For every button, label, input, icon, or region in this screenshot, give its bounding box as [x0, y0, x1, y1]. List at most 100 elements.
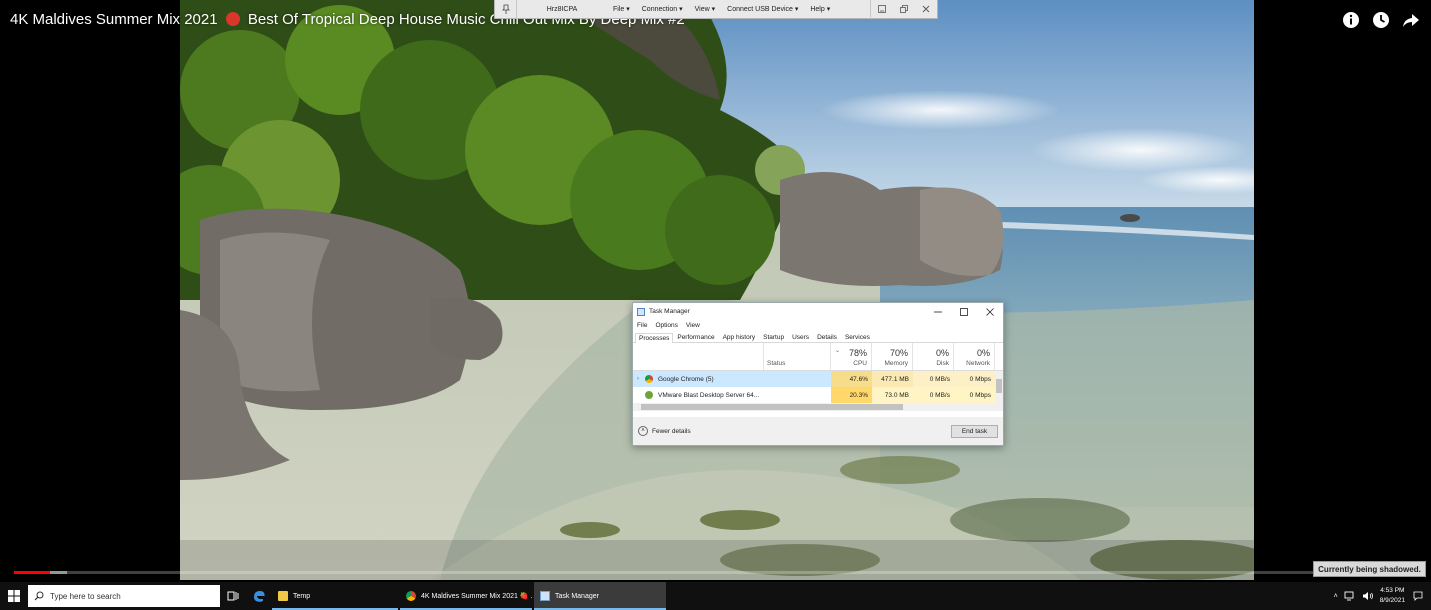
network-total: 0%	[976, 348, 990, 358]
column-status-label: Status	[767, 360, 786, 367]
vm-name: Hrz8ICPA	[546, 5, 578, 13]
chevron-up-icon: ˄	[638, 426, 648, 436]
process-memory: 477.1 MB	[872, 371, 913, 387]
disk-total: 0%	[935, 348, 949, 358]
minimize-icon[interactable]	[925, 303, 951, 320]
shadow-status-badge: Currently being shadowed.	[1313, 561, 1426, 577]
screen: 4K Maldives Summer Mix 2021 Best Of Trop…	[0, 0, 1431, 610]
column-status[interactable]: Status	[764, 343, 831, 370]
edge-browser-icon[interactable]	[246, 582, 272, 610]
column-network[interactable]: 0% Network	[954, 343, 995, 370]
process-network: 0 Mbps	[954, 371, 995, 387]
process-name-cell: VMware Blast Desktop Server 64...	[633, 387, 764, 403]
window-controls	[925, 303, 1003, 320]
taskbar-search-box[interactable]: Type here to search	[28, 585, 220, 607]
menu-options[interactable]: Options	[655, 322, 677, 329]
sort-arrow-icon: ⌄	[835, 348, 841, 354]
start-button[interactable]	[0, 582, 28, 610]
vm-minimize-icon[interactable]	[871, 0, 893, 19]
column-disk[interactable]: 0% Disk	[913, 343, 954, 370]
task-view-icon[interactable]	[220, 582, 246, 610]
taskbar-app-label: Task Manager	[555, 592, 599, 600]
info-icon[interactable]	[1341, 10, 1361, 30]
taskbar-app-label: 4K Maldives Summer Mix 2021 🍓 ...	[421, 593, 532, 600]
column-cpu[interactable]: ⌄ 78% CPU	[831, 343, 872, 370]
column-name[interactable]	[633, 343, 764, 370]
vertical-scroll-thumb[interactable]	[996, 379, 1002, 393]
task-manager-tabs: Processes Performance App history Startu…	[633, 331, 1003, 343]
process-network: 0 Mbps	[954, 387, 995, 403]
windows-logo-icon	[8, 590, 20, 602]
task-manager-icon	[540, 591, 550, 601]
beach-scene-image	[180, 0, 1254, 580]
vmware-connection-bar: Hrz8ICPA File ▾ Connection ▾ View ▾ Conn…	[494, 0, 938, 19]
expand-chevron-icon[interactable]: ›	[637, 376, 645, 382]
process-row[interactable]: › Google Chrome (5) 47.6% 477.1 MB 0 MB/…	[633, 371, 1003, 387]
end-task-button[interactable]: End task	[951, 424, 998, 438]
close-icon[interactable]	[977, 303, 1003, 320]
menu-file[interactable]: File	[637, 322, 647, 329]
volume-icon[interactable]	[1362, 591, 1374, 601]
memory-total: 70%	[889, 348, 908, 358]
menu-view[interactable]: View	[686, 322, 700, 329]
vm-restore-icon[interactable]	[893, 0, 915, 19]
vm-window-controls	[870, 0, 937, 19]
process-name: Google Chrome (5)	[658, 375, 714, 383]
horizontal-scrollbar[interactable]	[633, 403, 1003, 411]
chrome-icon	[645, 375, 653, 383]
process-disk: 0 MB/s	[913, 387, 954, 403]
horizontal-scroll-thumb[interactable]	[641, 404, 903, 410]
fewer-details-link[interactable]: ˄ Fewer details	[638, 426, 691, 436]
process-row[interactable]: VMware Blast Desktop Server 64... 20.3% …	[633, 387, 1003, 403]
video-progress-bar[interactable]	[14, 571, 1416, 574]
taskbar-app-label: Temp	[293, 592, 311, 600]
system-tray: ˄ 4:53 PM 8/9/2021	[1334, 582, 1431, 610]
taskbar-app-temp[interactable]: Temp	[272, 582, 398, 610]
column-network-label: Network	[966, 360, 990, 367]
video-top-actions	[1341, 10, 1421, 30]
tab-startup[interactable]: Startup	[759, 332, 788, 342]
folder-icon	[278, 591, 288, 601]
vm-menu-view[interactable]: View ▾	[689, 5, 722, 13]
process-status	[764, 371, 831, 387]
process-cpu: 20.3%	[831, 387, 872, 403]
tab-app-history[interactable]: App history	[719, 332, 760, 342]
tab-processes[interactable]: Processes	[635, 333, 674, 343]
column-memory-label: Memory	[884, 360, 908, 367]
video-frame[interactable]	[180, 0, 1254, 580]
show-hidden-icons-chevron-icon[interactable]: ˄	[1334, 593, 1338, 600]
taskbar-app-chrome[interactable]: 4K Maldives Summer Mix 2021 🍓 ...	[400, 582, 532, 610]
vm-menu-connection[interactable]: Connection ▾	[636, 5, 689, 13]
vertical-scrollbar[interactable]	[995, 371, 1003, 403]
fewer-details-label: Fewer details	[652, 427, 691, 435]
task-manager-title: Task Manager	[649, 308, 690, 315]
clock[interactable]: 4:53 PM 8/9/2021	[1380, 586, 1405, 606]
vm-menu-help[interactable]: Help ▾	[804, 5, 836, 13]
tab-details[interactable]: Details	[813, 332, 841, 342]
vm-close-icon[interactable]	[915, 0, 937, 19]
process-column-headers: Status ⌄ 78% CPU 70% Memory 0% Disk 0% N…	[633, 343, 1003, 371]
pin-icon[interactable]	[495, 0, 517, 19]
video-title-text: 4K Maldives Summer Mix 2021	[10, 11, 218, 28]
maximize-icon[interactable]	[951, 303, 977, 320]
tab-services[interactable]: Services	[841, 332, 874, 342]
column-memory[interactable]: 70% Memory	[872, 343, 913, 370]
share-icon[interactable]	[1401, 10, 1421, 30]
progress-played	[14, 571, 51, 574]
watch-later-icon[interactable]	[1371, 10, 1391, 30]
clock-date: 8/9/2021	[1379, 597, 1405, 604]
process-cpu: 47.6%	[831, 371, 872, 387]
taskbar-app-task-manager[interactable]: Task Manager	[534, 582, 666, 610]
vm-menu-connect-usb[interactable]: Connect USB Device ▾	[721, 5, 804, 13]
column-cpu-label: CPU	[853, 360, 867, 367]
process-name: VMware Blast Desktop Server 64...	[658, 391, 760, 399]
network-icon[interactable]	[1344, 591, 1356, 601]
vm-menu-file[interactable]: File ▾	[607, 5, 636, 13]
search-placeholder: Type here to search	[50, 591, 121, 601]
task-manager-titlebar[interactable]: Task Manager	[633, 303, 1003, 320]
task-manager-window: Task Manager File Options View Processes…	[632, 302, 1004, 446]
notification-icon[interactable]	[1411, 582, 1425, 610]
tab-performance[interactable]: Performance	[673, 332, 718, 342]
tab-users[interactable]: Users	[788, 332, 813, 342]
process-name-cell: › Google Chrome (5)	[633, 371, 764, 387]
